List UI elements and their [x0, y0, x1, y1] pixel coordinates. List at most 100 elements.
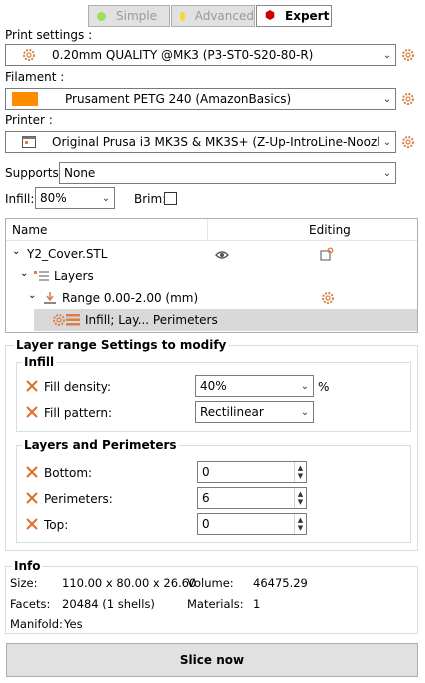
object-row-y2-cover[interactable]: ⌄ Y2_Cover.STL	[6, 243, 417, 265]
print-settings-icon	[6, 48, 52, 62]
facets-value: 20484 (1 shells)	[62, 597, 155, 611]
spinner-arrows-icon[interactable]: ▲ ▼	[294, 488, 306, 508]
spinner-arrows-icon[interactable]: ▲ ▼	[294, 514, 306, 534]
mode-expert-button[interactable]: Expert	[256, 5, 332, 27]
infill-combo[interactable]: 80% ⌄	[35, 187, 115, 209]
printer-value: Original Prusa i3 MK3S & MK3S+ (Z-Up-Int…	[52, 135, 379, 149]
brim-label: Brim:	[134, 192, 167, 206]
printer-combo[interactable]: Original Prusa i3 MK3S & MK3S+ (Z-Up-Int…	[5, 131, 396, 153]
remove-fill-pattern-icon[interactable]	[26, 406, 38, 418]
top-label: Top:	[44, 518, 69, 532]
chevron-down-icon: ⌄	[382, 136, 392, 148]
object-row-range[interactable]: ⌄ Range 0.00-2.00 (mm)	[6, 287, 417, 309]
materials-label: Materials:	[187, 597, 244, 611]
volume-label: Volume:	[187, 576, 234, 590]
remove-top-icon[interactable]	[26, 518, 38, 530]
chevron-down-icon: ⌄	[101, 192, 111, 204]
fill-density-combo[interactable]: 40% ⌄	[195, 375, 314, 397]
mode-expert-label: Expert	[285, 9, 330, 23]
simple-dot-icon	[97, 11, 106, 21]
materials-value: 1	[253, 597, 261, 611]
expert-hexagon-icon	[265, 9, 275, 23]
chevron-down-icon: ⌄	[300, 406, 310, 418]
chevron-down-icon: ⌄	[300, 380, 310, 392]
filament-value: Prusament PETG 240 (AmazonBasics)	[65, 92, 292, 106]
top-value: 0	[202, 517, 210, 531]
fill-pattern-combo[interactable]: Rectilinear ⌄	[195, 401, 314, 423]
remove-fill-density-icon[interactable]	[26, 380, 38, 392]
chevron-down-icon: ⌄	[382, 167, 392, 179]
bottom-label: Bottom:	[44, 466, 93, 480]
layers-icon	[34, 270, 50, 285]
supports-value: None	[64, 166, 96, 180]
remove-perimeters-icon[interactable]	[26, 492, 38, 504]
top-spinner[interactable]: 0 ▲ ▼	[197, 513, 307, 535]
layers-label: Layers	[54, 269, 94, 283]
supports-label: Supports:	[5, 166, 63, 180]
size-value: 110.00 x 80.00 x 26.60	[62, 576, 197, 590]
remove-bottom-icon[interactable]	[26, 466, 38, 478]
advanced-dot-icon	[180, 11, 185, 21]
fill-density-value: 40%	[200, 379, 227, 393]
infill-label: Infill:	[5, 192, 35, 206]
bottom-value: 0	[202, 465, 210, 479]
print-settings-gear-icon[interactable]	[401, 48, 415, 62]
mode-simple-label: Simple	[116, 9, 157, 23]
column-editing-header[interactable]: Editing	[309, 223, 351, 237]
perimeters-label: Perimeters:	[44, 492, 113, 506]
info-title: Info	[12, 559, 43, 573]
volume-value: 46475.29	[253, 576, 308, 590]
object-row-layers[interactable]: ⌄ Layers	[6, 265, 417, 287]
chevron-down-icon[interactable]: ⌄	[28, 290, 36, 301]
printer-icon	[6, 136, 52, 148]
object-list[interactable]: Name Editing ⌄ Y2_Cover.STL ⌄ Layers ⌄ R…	[5, 218, 418, 333]
facets-label: Facets:	[10, 597, 51, 611]
filament-combo[interactable]: Prusament PETG 240 (AmazonBasics) ⌄	[5, 88, 396, 110]
range-label: Range 0.00-2.00 (mm)	[62, 291, 199, 305]
column-divider	[207, 219, 208, 241]
layer-range-icon	[43, 291, 57, 308]
layers-perimeters-group-title: Layers and Perimeters	[22, 438, 179, 452]
slice-now-button[interactable]: Slice now	[6, 643, 418, 677]
layers-perimeters-icon	[66, 314, 80, 329]
object-list-header: Name Editing	[6, 219, 417, 241]
infill-group-title: Infill	[22, 355, 57, 369]
fill-density-label: Fill density:	[44, 380, 112, 394]
fill-pattern-value: Rectilinear	[200, 405, 264, 419]
filament-gear-icon[interactable]	[401, 92, 415, 106]
print-settings-label: Print settings :	[5, 28, 93, 42]
object-name: Y2_Cover.STL	[27, 247, 108, 261]
printer-label: Printer :	[5, 113, 53, 127]
spinner-arrows-icon[interactable]: ▲ ▼	[294, 462, 306, 482]
bottom-spinner[interactable]: 0 ▲ ▼	[197, 461, 307, 483]
print-settings-combo[interactable]: 0.20mm QUALITY @MK3 (P3-ST0-S20-80-R) ⌄	[5, 44, 396, 66]
object-row-settings-selected[interactable]: Infill; Lay... Perimeters	[34, 309, 417, 331]
mode-advanced-button[interactable]: Advanced	[171, 5, 255, 27]
chevron-down-icon[interactable]: ⌄	[12, 246, 20, 257]
brim-checkbox[interactable]	[164, 192, 177, 205]
mode-advanced-label: Advanced	[194, 9, 254, 23]
layer-range-title: Layer range Settings to modify	[14, 338, 229, 352]
settings-gear-icon	[52, 313, 66, 330]
settings-row-label: Infill; Lay... Perimeters	[85, 313, 218, 327]
fill-pattern-label: Fill pattern:	[44, 406, 112, 420]
chevron-down-icon: ⌄	[382, 49, 392, 61]
filament-label: Filament :	[5, 70, 65, 84]
perimeters-value: 6	[202, 491, 210, 505]
manifold-label: Manifold:	[10, 617, 63, 631]
column-name-header[interactable]: Name	[12, 223, 47, 237]
print-settings-value: 0.20mm QUALITY @MK3 (P3-ST0-S20-80-R)	[52, 48, 314, 62]
eye-icon[interactable]	[215, 249, 229, 263]
chevron-down-icon[interactable]: ⌄	[20, 268, 28, 279]
filament-color-swatch	[12, 92, 38, 106]
range-settings-gear-icon[interactable]	[321, 291, 335, 308]
manifold-value: Yes	[64, 617, 83, 631]
size-label: Size:	[10, 576, 38, 590]
supports-combo[interactable]: None ⌄	[59, 162, 396, 184]
mode-simple-button[interactable]: Simple	[88, 5, 170, 27]
infill-value: 80%	[40, 191, 67, 205]
printer-gear-icon[interactable]	[401, 135, 415, 149]
chevron-down-icon: ⌄	[382, 93, 392, 105]
perimeters-spinner[interactable]: 6 ▲ ▼	[197, 487, 307, 509]
edit-object-icon[interactable]	[320, 247, 334, 264]
